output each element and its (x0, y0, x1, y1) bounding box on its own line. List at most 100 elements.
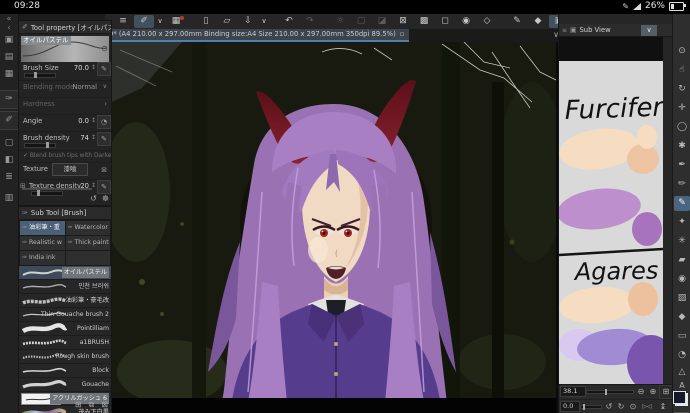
add-sub-tool-icon[interactable]: ⊞ (75, 400, 82, 410)
blend-tool-icon[interactable]: ◉ (674, 272, 690, 287)
tool-dropdown-icon[interactable]: ∨ (155, 15, 165, 28)
screen-share-icon[interactable]: ▦ (166, 15, 186, 28)
texture-dynamics-button[interactable]: ✎ (98, 181, 110, 193)
list-item[interactable]: Gouache (19, 378, 111, 392)
lock-icon[interactable]: ⊙ (101, 44, 108, 53)
snap-ruler-icon[interactable]: ▢ (351, 15, 371, 28)
rotate-right-icon[interactable]: ↻ (615, 401, 627, 413)
spinner-icon[interactable]: ↕ (91, 117, 96, 124)
collapse-button[interactable]: ‹ (0, 23, 18, 32)
filter-icon[interactable]: ☼ (330, 15, 350, 28)
panel-collapse-chevron-icon[interactable]: ∨ (641, 25, 657, 36)
rotate-left-icon[interactable]: ↺ (603, 401, 615, 413)
sub-view-image[interactable]: Furcifer Agares (559, 37, 663, 384)
layer-panel-icon[interactable]: ▢ (0, 135, 18, 152)
spinner-icon[interactable]: ↕ (91, 134, 96, 141)
brush-tab-label[interactable]: オイルパステル (21, 36, 71, 45)
reset-settings-icon[interactable]: ↺ (90, 194, 97, 203)
list-item[interactable]: 油彩筆・豪毛改 (19, 294, 111, 308)
selection-tool-icon[interactable]: ◯ (674, 120, 690, 135)
tool-property-panel-icon[interactable]: ✐ (0, 112, 18, 129)
stylus-pressure-button[interactable]: ✎ (98, 63, 110, 75)
duplicate-sub-tool-icon[interactable]: ⧉ (89, 400, 95, 410)
collapse-all-button[interactable]: « (0, 14, 18, 23)
checkbox-checked-icon[interactable]: ✓ (23, 153, 28, 159)
blending-mode-value[interactable]: Normal (72, 83, 97, 91)
angle-dynamics-button[interactable]: ◔ (98, 116, 110, 128)
canvas-artwork[interactable] (112, 42, 558, 413)
brush-density-slider[interactable] (24, 143, 56, 148)
chevron-right-icon[interactable]: › (104, 100, 107, 108)
color-mixing-panel-icon[interactable]: ▦ (0, 66, 18, 83)
layer-property-panel-icon[interactable]: ◧ (0, 152, 18, 169)
horizontal-scrollbar[interactable] (22, 188, 92, 190)
rotation-value[interactable]: 0.0 (561, 402, 579, 411)
crop-icon[interactable]: ◻ (435, 15, 455, 28)
tab-thick-paint[interactable]: ✑Thick paint (66, 236, 111, 250)
navigator-panel-icon[interactable]: ▥ (0, 190, 18, 207)
main-menu-icon[interactable]: ≡ (113, 15, 133, 28)
trash-icon[interactable]: ⊠ (101, 166, 107, 174)
transform-icon[interactable]: ◇ (477, 15, 497, 28)
undo-icon[interactable]: ↶ (279, 15, 299, 28)
list-item[interactable]: a1BRUSH (19, 336, 111, 350)
color-set-panel-icon[interactable]: ▤ (0, 49, 18, 66)
frame-tool-icon[interactable]: ▭ (674, 329, 690, 344)
airbrush-tool-icon[interactable]: ✦ (674, 215, 690, 230)
pen-tool-icon[interactable]: ✒ (674, 158, 690, 173)
document-tab[interactable]: 9* (A4 210.00 x 297.00mm Binding size:A4… (105, 29, 409, 42)
zoom-tool-icon[interactable]: ⊙ (674, 44, 690, 59)
new-canvas-icon[interactable]: ▯ (196, 15, 216, 28)
eraser-tool-icon[interactable]: ▰ (674, 253, 690, 268)
redo-icon[interactable]: ↷ (300, 15, 320, 28)
zoom-out-icon[interactable]: ⊖ (635, 386, 647, 398)
color-wheel-panel-icon[interactable]: ▣ (0, 32, 18, 49)
pen-icon[interactable]: ✎ (507, 15, 527, 28)
auto-select-tool-icon[interactable]: ✱ (674, 139, 690, 154)
tab-realistic-watercolor[interactable]: ✑Realistic w (20, 236, 65, 250)
blend-tips-checkbox-row[interactable]: ✓ Blend brush tips with Darken (19, 151, 111, 163)
texture-select-button[interactable]: 漆喰 (53, 164, 87, 175)
brush-size-slider[interactable] (24, 73, 56, 78)
list-item[interactable]: Pointilliam (19, 322, 111, 336)
open-file-icon[interactable]: ▱ (217, 15, 237, 28)
fill-tool-icon[interactable]: ◆ (674, 310, 690, 325)
zoom-in-icon[interactable]: ⊕ (647, 386, 659, 398)
tab-india-ink[interactable]: ✑India ink (20, 251, 65, 265)
list-item[interactable]: オイルパステル (19, 266, 111, 280)
brush-density-value[interactable]: 74 (80, 134, 89, 142)
tool-property-header[interactable]: ✐ Tool property [オイルパス (19, 21, 111, 34)
texture-density-slider[interactable] (31, 191, 63, 196)
flip-vertical-icon[interactable]: ↨ (657, 401, 669, 413)
tab-watercolor[interactable]: ✑Watercolor (66, 221, 111, 235)
export-icon[interactable]: ⇩ (238, 15, 258, 28)
hand-tool-icon[interactable]: ☝ (674, 63, 690, 78)
angle-value[interactable]: 0.0 (78, 117, 89, 125)
list-item[interactable]: Thin Gouache brush 2 (19, 308, 111, 322)
list-item[interactable]: Rough skin brush (19, 350, 111, 364)
density-dynamics-button[interactable]: ✎ (98, 133, 110, 145)
tab-close-icon[interactable]: ▫ (400, 29, 405, 40)
list-item[interactable]: 민천 브러쉬 (19, 280, 111, 294)
reset-view-icon[interactable]: ⊙ (627, 401, 639, 413)
decoration-tool-icon[interactable]: ✳ (674, 234, 690, 249)
rotation-slider[interactable] (581, 406, 601, 408)
list-item[interactable]: Block (19, 364, 111, 378)
sub-tool-panel-icon[interactable]: ✑ (0, 91, 18, 108)
balloon-tool-icon[interactable]: ◔ (674, 348, 690, 363)
zoom-value[interactable]: 38.1 (561, 387, 585, 396)
duplicate-view-icon[interactable]: ⊞ (660, 386, 672, 398)
snap-special-icon[interactable]: ◪ (372, 15, 392, 28)
marker-tool-icon[interactable]: ✎ (674, 196, 690, 211)
main-sub-color-swatch[interactable] (675, 393, 688, 406)
panel-menu-icon[interactable]: ≡ (562, 27, 567, 34)
rotate-canvas-tool-icon[interactable]: ↻ (674, 82, 690, 97)
object-tool-icon[interactable]: ✐ (134, 15, 154, 28)
tab-oil-brush[interactable]: ✑油彩筆・重 (20, 221, 65, 235)
select-area-icon[interactable]: ▩ (414, 15, 434, 28)
flip-horizontal-icon[interactable]: ▷◁ (641, 401, 653, 413)
fill-icon[interactable]: ◆ (528, 15, 548, 28)
brush-size-value[interactable]: 70.0 (74, 64, 89, 72)
pencil-tool-icon[interactable]: ✏ (674, 177, 690, 192)
lock-icon[interactable]: ◉ (456, 15, 476, 28)
